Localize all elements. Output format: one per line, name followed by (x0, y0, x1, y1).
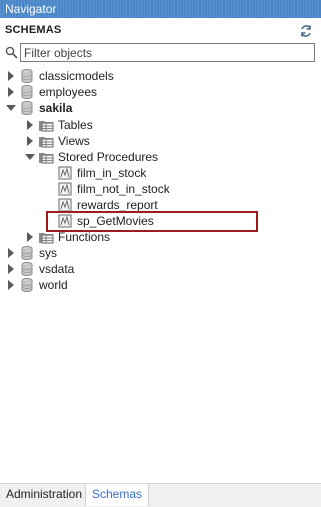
expand-arrow-icon[interactable] (25, 232, 35, 242)
highlight-annotation-box (46, 211, 258, 232)
navigator-titlebar: Navigator (0, 0, 321, 18)
database-icon (21, 262, 33, 276)
search-icon (5, 46, 18, 59)
bottom-tab-bar: Administration Schemas (0, 483, 321, 507)
database-icon (21, 85, 33, 99)
tree-item-procedure[interactable]: film_in_stock (0, 165, 321, 181)
collapse-arrow-icon[interactable] (6, 103, 16, 113)
schema-label: employees (39, 85, 98, 99)
tree-item-procedure[interactable]: film_not_in_stock (0, 181, 321, 197)
tree-item-sys[interactable]: sys (0, 245, 321, 261)
schema-label-active: sakila (39, 101, 73, 115)
procedures-folder-icon (38, 152, 54, 164)
database-icon (21, 246, 33, 260)
navigator-title: Navigator (5, 2, 57, 16)
refresh-icon[interactable] (299, 24, 313, 38)
schema-label: world (39, 278, 68, 292)
tree-item-sakila[interactable]: sakila (0, 100, 321, 116)
database-icon (21, 101, 33, 115)
node-label: Stored Procedures (58, 150, 159, 164)
expand-arrow-icon[interactable] (6, 87, 16, 97)
procedure-icon (58, 182, 72, 196)
expand-arrow-icon[interactable] (6, 264, 16, 274)
views-folder-icon (38, 136, 54, 148)
tab-administration[interactable]: Administration (0, 484, 88, 506)
tree-item-views[interactable]: Views (0, 133, 321, 149)
collapse-arrow-icon[interactable] (25, 152, 35, 162)
schemas-title: SCHEMAS (5, 24, 62, 36)
filter-input[interactable] (20, 43, 315, 62)
expand-arrow-icon[interactable] (6, 71, 16, 81)
schema-label: vsdata (39, 262, 75, 276)
node-label: Views (58, 134, 90, 148)
tab-schemas[interactable]: Schemas (85, 484, 150, 506)
expand-arrow-icon[interactable] (25, 136, 35, 146)
expand-arrow-icon[interactable] (6, 280, 16, 290)
schemas-header: SCHEMAS (0, 22, 321, 40)
tree-item-classicmodels[interactable]: classicmodels (0, 68, 321, 84)
procedure-label: film_in_stock (77, 166, 147, 180)
tree-item-vsdata[interactable]: vsdata (0, 261, 321, 277)
tree-item-stored-procedures[interactable]: Stored Procedures (0, 149, 321, 165)
tree-item-world[interactable]: world (0, 277, 321, 293)
procedure-label: film_not_in_stock (77, 182, 170, 196)
expand-arrow-icon[interactable] (25, 120, 35, 130)
database-icon (21, 69, 33, 83)
node-label: Tables (58, 118, 93, 132)
procedure-icon (58, 166, 72, 180)
schema-label: sys (39, 246, 57, 260)
expand-arrow-icon[interactable] (6, 248, 16, 258)
schema-label: classicmodels (39, 69, 114, 83)
tables-folder-icon (38, 120, 54, 132)
database-icon (21, 278, 33, 292)
tree-item-employees[interactable]: employees (0, 84, 321, 100)
tree-item-tables[interactable]: Tables (0, 117, 321, 133)
